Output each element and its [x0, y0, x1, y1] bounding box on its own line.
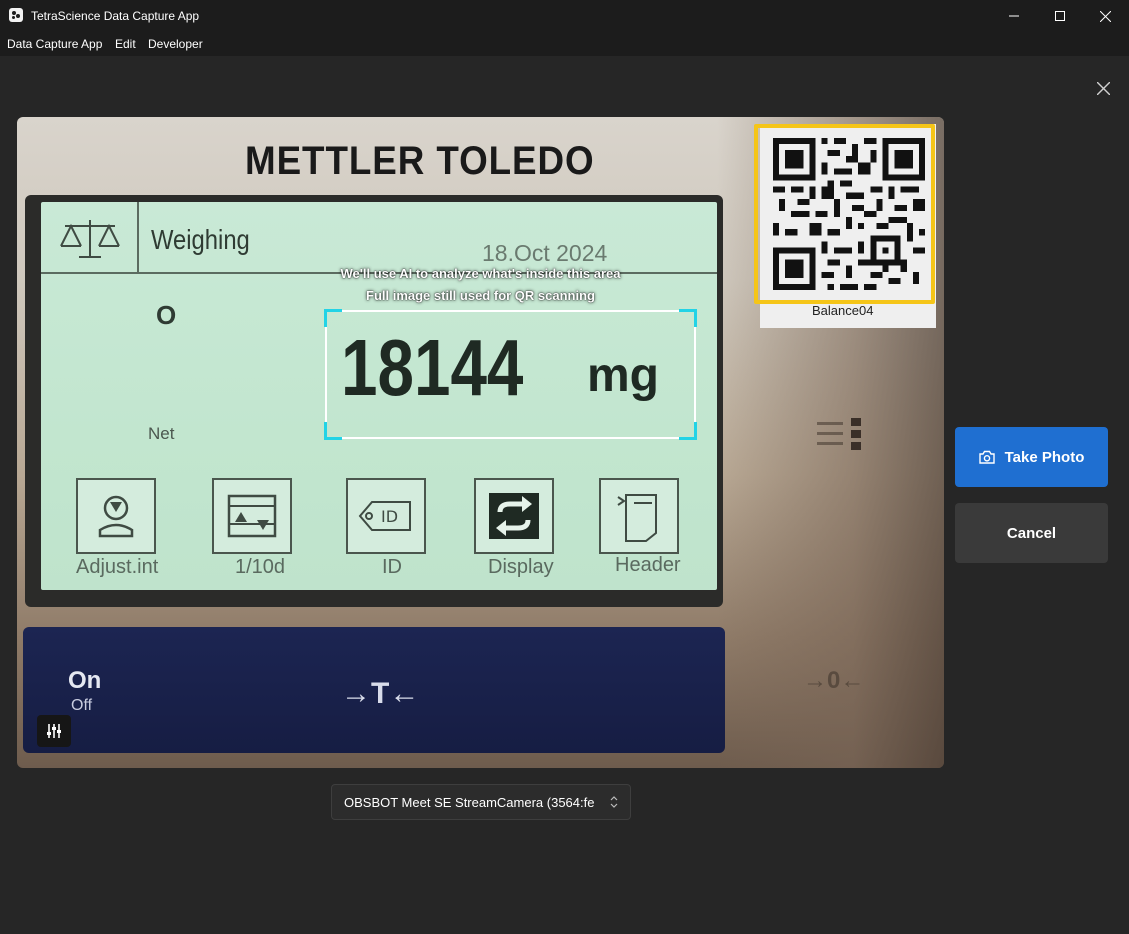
menu-edit[interactable]: Edit	[115, 37, 136, 51]
lcd-date: 18.Oct 2024	[482, 240, 608, 266]
minimize-button[interactable]	[991, 0, 1037, 32]
on-label: On	[68, 667, 102, 694]
window-title: TetraScience Data Capture App	[31, 9, 200, 23]
camera-settings-button[interactable]	[37, 715, 71, 747]
region-corner-top-left[interactable]	[324, 309, 342, 327]
lcd-key-header	[599, 478, 679, 554]
tare-symbol: →T←	[341, 677, 420, 710]
lcd-status-symbol: O	[156, 300, 177, 330]
title-bar: TetraScience Data Capture App	[0, 0, 1129, 32]
lcd-screen-title: Weighing	[151, 224, 250, 255]
app-logo-icon	[9, 8, 23, 22]
adjust-weight-icon	[98, 495, 134, 538]
take-photo-button[interactable]: Take Photo	[955, 427, 1108, 487]
lcd-key-display	[474, 478, 554, 554]
menu-developer[interactable]: Developer	[148, 37, 203, 51]
id-tag-icon: ID	[358, 501, 411, 531]
cancel-button[interactable]: Cancel	[955, 503, 1108, 563]
camera-icon	[978, 450, 995, 464]
lcd-key-id: ID	[346, 478, 426, 554]
menu-data-capture-app[interactable]: Data Capture App	[7, 37, 102, 51]
document-header-icon	[617, 494, 657, 542]
id-tag-text: ID	[381, 507, 398, 526]
zero-symbol: →0←	[803, 667, 865, 694]
resolution-icon	[227, 494, 277, 538]
take-photo-label: Take Photo	[1004, 448, 1085, 466]
ai-analysis-region[interactable]	[324, 309, 697, 440]
sliders-icon	[47, 724, 61, 738]
ai-area-caption-line2: Full image still used for QR scanning	[366, 288, 595, 303]
maximize-button[interactable]	[1037, 0, 1083, 32]
scale-grille-decoration	[817, 418, 861, 450]
menu-bar: Data Capture App Edit Developer	[0, 32, 1129, 56]
region-corner-bottom-left[interactable]	[324, 422, 342, 440]
close-window-button[interactable]	[1082, 0, 1128, 32]
lcd-net-label: Net	[148, 424, 175, 443]
camera-preview: METTLER TOLEDO Weighing 18.Oct 2024 O Ne…	[17, 117, 944, 768]
close-icon	[1099, 10, 1111, 22]
cancel-label: Cancel	[1006, 524, 1057, 542]
scale-control-panel: On Off →T←	[23, 627, 725, 753]
close-icon	[1096, 81, 1110, 95]
lcd-key-label-display: Display	[488, 556, 554, 578]
region-corner-bottom-right[interactable]	[679, 422, 697, 440]
app-window: TetraScience Data Capture App Data Captu…	[0, 0, 1129, 934]
qr-balance-label: Balance04	[812, 303, 874, 318]
refresh-arrows-icon	[489, 493, 539, 539]
off-label: Off	[71, 697, 93, 714]
balance-scale-icon	[60, 220, 120, 258]
maximize-icon	[1055, 11, 1065, 21]
ai-area-caption-line1: We'll use AI to analyze what's inside th…	[340, 266, 621, 281]
lcd-key-adjust	[76, 478, 156, 554]
scale-brand-text: METTLER TOLEDO	[245, 139, 595, 183]
camera-select-value: OBSBOT Meet SE StreamCamera (3564:fe	[344, 795, 595, 810]
camera-select[interactable]: OBSBOT Meet SE StreamCamera (3564:fe	[331, 784, 631, 820]
lcd-key-label-header: Header	[615, 554, 681, 576]
region-corner-top-right[interactable]	[679, 309, 697, 327]
dialog-close-button[interactable]	[1094, 79, 1112, 97]
minimize-icon	[1009, 15, 1019, 17]
lcd-key-label-id: ID	[382, 556, 402, 578]
up-down-chevron-icon	[610, 796, 618, 808]
lcd-key-label-resolution: 1/10d	[235, 556, 286, 578]
lcd-key-label-adjust: Adjust.int	[76, 556, 159, 578]
lcd-key-resolution	[212, 478, 292, 554]
